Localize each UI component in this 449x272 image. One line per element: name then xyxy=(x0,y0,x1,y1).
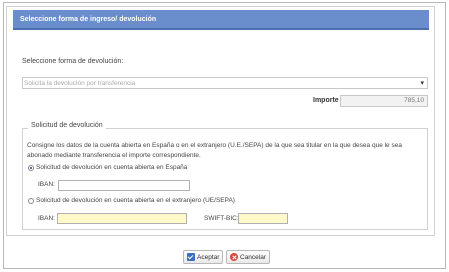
radio-spain-row[interactable]: Solicitud de devolución en cuenta abiert… xyxy=(28,164,187,171)
cancel-icon xyxy=(230,253,238,261)
accept-button[interactable]: Aceptar xyxy=(183,250,224,264)
accept-label: Aceptar xyxy=(197,253,220,261)
method-select[interactable]: Solicita la devolución por transferencia… xyxy=(22,77,428,89)
method-label: Seleccione forma de devolución: xyxy=(22,58,124,65)
chevron-down-icon: ▾ xyxy=(420,80,424,87)
method-select-value: Solicita la devolución por transferencia xyxy=(24,80,136,87)
solicitud-legend: Solicitud de devolución xyxy=(28,122,106,129)
iban2-input[interactable] xyxy=(57,213,187,224)
solicitud-description: Consigne los datos de la cuenta abierta … xyxy=(27,142,402,159)
iban-label: IBAN: xyxy=(38,181,55,188)
radio-foreign-label: Solicitud de devolución en cuenta abiert… xyxy=(36,197,235,204)
radio-foreign[interactable] xyxy=(28,197,34,204)
cancel-button[interactable]: Cancelar xyxy=(226,250,271,264)
panel-header: Seleccione forma de ingreso/ devolución xyxy=(13,10,429,30)
iban-input[interactable] xyxy=(58,180,190,191)
check-icon xyxy=(187,253,195,261)
iban2-label: IBAN: xyxy=(38,215,55,222)
importe-field: 785,10 xyxy=(340,95,428,107)
radio-spain-label: Solicitud de devolución en cuenta abiert… xyxy=(36,164,188,171)
importe-label: Importe xyxy=(313,97,339,104)
swift-label: SWIFT-BIC: xyxy=(204,215,239,222)
radio-foreign-row[interactable]: Solicitud de devolución en cuenta abiert… xyxy=(28,197,235,204)
cancel-label: Cancelar xyxy=(240,253,267,261)
swift-input[interactable] xyxy=(238,213,288,224)
radio-spain[interactable] xyxy=(28,164,34,171)
